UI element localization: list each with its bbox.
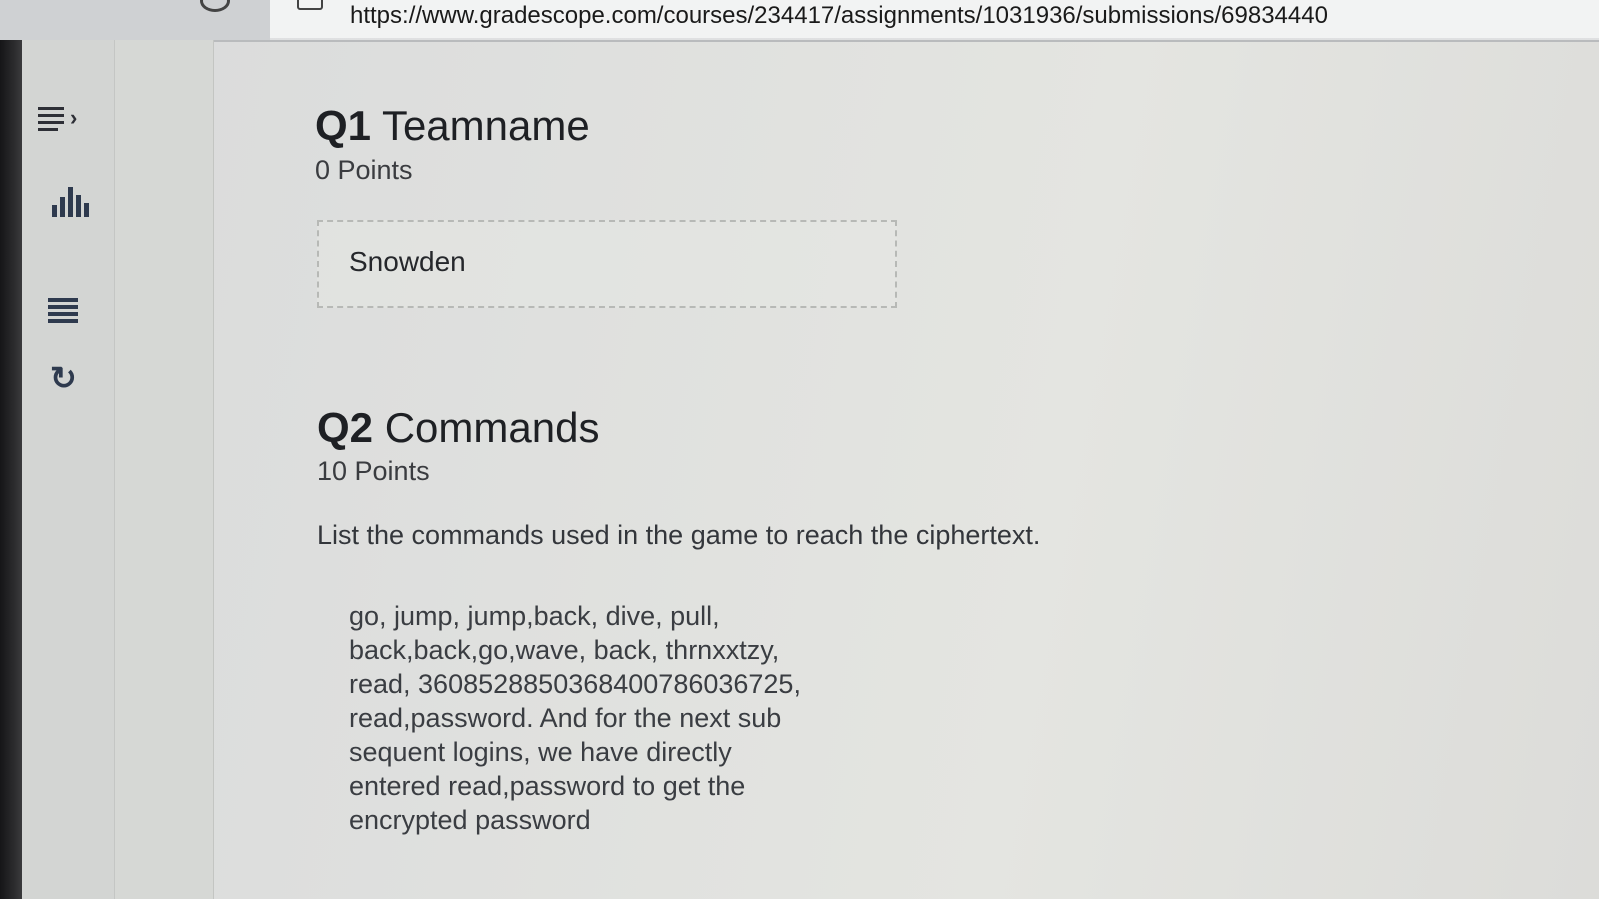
statistics-icon[interactable] [52,183,89,217]
answer-box: go, jump, jump,back, dive, pull, back,ba… [317,577,1117,877]
url-text[interactable]: https://www.gradescope.com/courses/23441… [350,2,1328,30]
question-prompt: List the commands used in the game to re… [317,520,1041,550]
question-number: Q1 [315,102,372,149]
question-title: Q2 Commands [317,404,599,452]
answer-box: Snowden [317,220,897,308]
regrade-icon[interactable]: ↻ [50,362,80,394]
screen-bezel [0,40,22,899]
question-points: 10 Points [317,456,430,486]
submission-content: Q1 Teamname 0 Points Snowden Q2 Commands… [214,40,1599,899]
browser-toolbar-left [0,0,270,40]
outline-panel [115,40,214,899]
submission-list-icon[interactable] [48,298,78,324]
question-number: Q2 [317,404,374,451]
screen: https://www.gradescope.com/courses/23441… [0,0,1599,899]
menu-expand-icon[interactable]: › [38,103,88,133]
site-info-icon[interactable] [297,0,323,10]
question-title: Q1 Teamname [315,102,590,150]
answer-text: Snowden [349,246,466,277]
question-points: 0 Points [315,155,413,185]
question-name: Commands [384,404,600,451]
browser-address-bar: https://www.gradescope.com/courses/23441… [0,0,1599,42]
sidebar [22,40,115,899]
answer-text: go, jump, jump,back, dive, pull, back,ba… [349,601,801,835]
question-name: Teamname [381,102,590,149]
